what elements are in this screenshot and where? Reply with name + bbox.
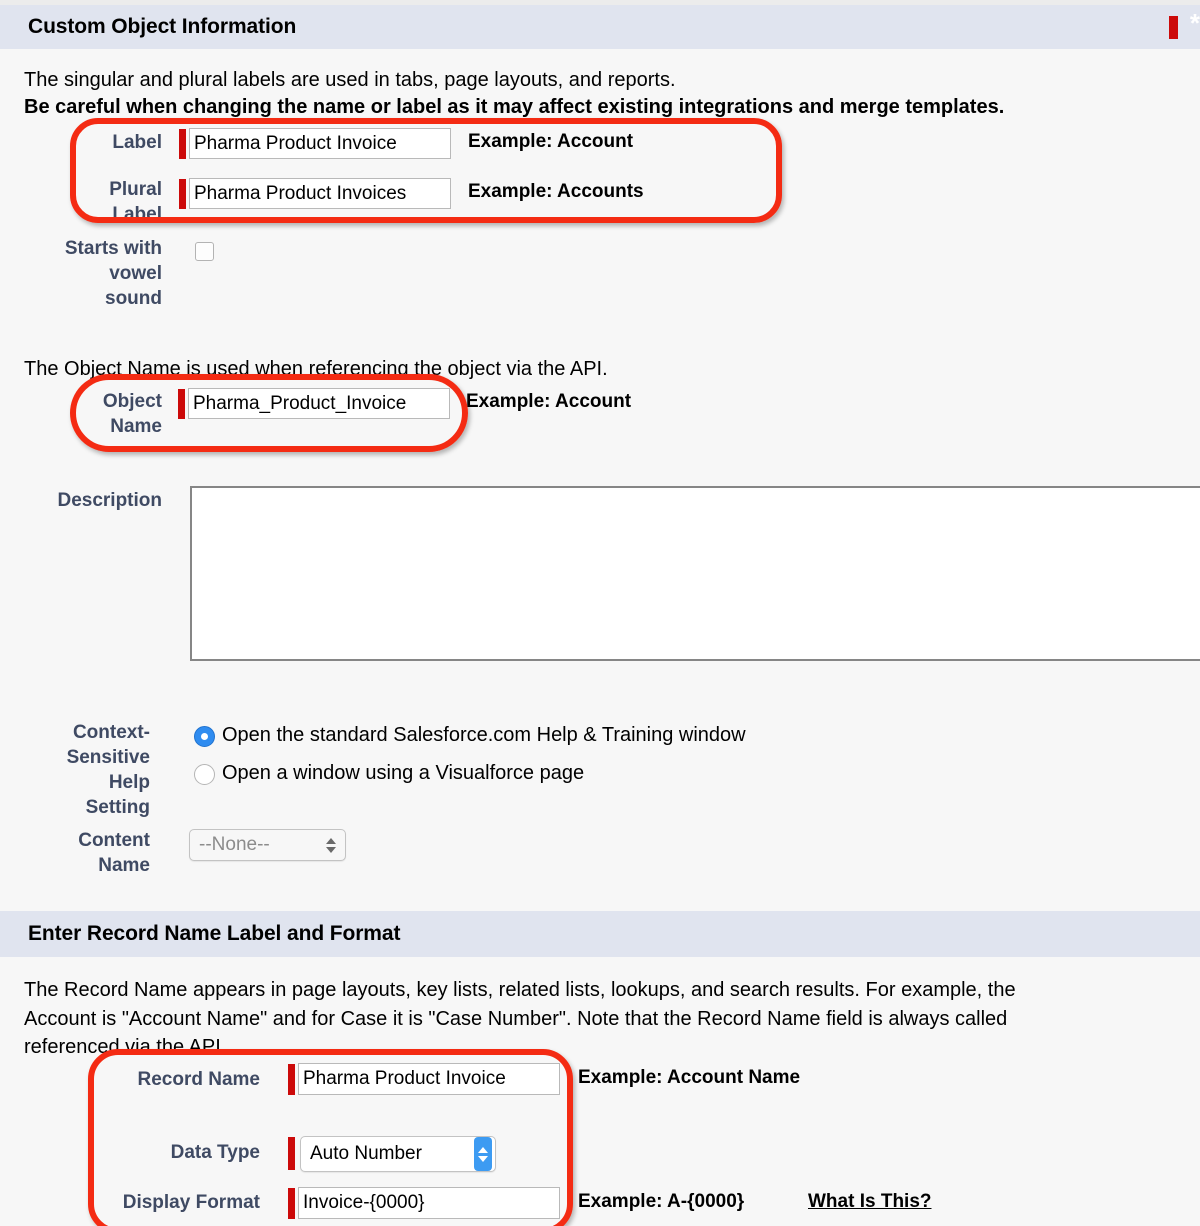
required-indicator-bar (1169, 16, 1178, 39)
object-name-api-note: The Object Name is used when referencing… (24, 358, 608, 380)
display-format-required-marker (288, 1188, 295, 1219)
section-title-record-name: Enter Record Name Label and Format (28, 922, 401, 945)
object-name-required-marker (178, 389, 185, 419)
vowel-sound-label-line1: Starts with (64, 238, 162, 259)
vowel-sound-label-line2: vowel (109, 263, 162, 284)
section-header-record-name-label-format: Enter Record Name Label and Format (0, 911, 1200, 957)
starts-with-vowel-sound-checkbox[interactable] (195, 242, 214, 261)
object-name-label-line2: Name (110, 416, 162, 437)
display-format-field-label: Display Format (122, 1192, 260, 1213)
help-setting-label-line2: Sensitive (66, 747, 150, 768)
record-name-intro-line-1: The Record Name appears in page layouts,… (24, 979, 1016, 1001)
record-name-intro-line-2: Account is "Account Name" and for Case i… (24, 1008, 1008, 1030)
radio-standard-help-window-label: Open the standard Salesforce.com Help & … (222, 724, 746, 746)
object-name-label-line1: Object (102, 391, 162, 412)
content-name-label-line2: Name (98, 855, 150, 876)
data-type-select-value: Auto Number (310, 1143, 422, 1164)
record-name-input[interactable] (298, 1063, 560, 1095)
radio-visualforce-page-window[interactable] (194, 764, 215, 785)
plural-label-field-label-line1: Plural (109, 179, 162, 200)
data-type-select[interactable]: Auto Number (300, 1136, 496, 1172)
record-name-example-text: Example: Account Name (578, 1067, 801, 1088)
intro-text-line-2: Be careful when changing the name or lab… (24, 96, 1005, 118)
help-setting-label-line1: Context- (72, 722, 150, 743)
intro-text-line-1: The singular and plural labels are used … (24, 69, 676, 91)
page-root: Custom Object Information * The singular… (0, 0, 1200, 1226)
required-asterisk: * (1189, 8, 1200, 38)
help-setting-label-line4: Setting (85, 797, 150, 818)
help-setting-label-line3: Help (108, 772, 150, 793)
description-textarea[interactable] (190, 486, 1200, 661)
section-title: Custom Object Information (28, 15, 297, 38)
record-name-required-marker (288, 1064, 295, 1095)
record-name-field-label: Record Name (137, 1069, 261, 1090)
record-name-intro-line-3: referenced via the API. (24, 1036, 227, 1058)
label-example-text: Example: Account (468, 131, 634, 152)
plural-label-required-marker (179, 179, 186, 209)
radio-standard-help-window[interactable] (194, 726, 215, 747)
vowel-sound-label-line3: sound (105, 288, 162, 309)
chevron-updown-icon-blue (474, 1137, 492, 1171)
data-type-field-label: Data Type (170, 1142, 260, 1163)
label-field-label: Label (112, 132, 162, 153)
content-name-select-value: --None-- (199, 834, 270, 855)
radio-visualforce-page-window-label: Open a window using a Visualforce page (222, 762, 585, 784)
plural-label-input[interactable] (189, 178, 451, 209)
description-label: Description (57, 490, 162, 511)
content-name-select[interactable]: --None-- (189, 829, 346, 861)
object-name-example-text: Example: Account (466, 391, 632, 412)
content-name-label-line1: Content (78, 830, 150, 851)
display-format-input[interactable] (298, 1187, 560, 1219)
section-header-custom-object-information: Custom Object Information * (0, 5, 1200, 49)
plural-label-example-text: Example: Accounts (468, 181, 644, 202)
what-is-this-link[interactable]: What Is This? (808, 1191, 932, 1213)
label-input[interactable] (189, 128, 451, 159)
label-required-marker (179, 129, 186, 159)
object-name-input[interactable] (188, 388, 450, 419)
data-type-required-marker (288, 1137, 295, 1170)
display-format-example-text: Example: A-{0000} (578, 1191, 745, 1212)
plural-label-field-label-line2: Label (112, 204, 162, 225)
chevron-updown-icon (322, 830, 340, 860)
